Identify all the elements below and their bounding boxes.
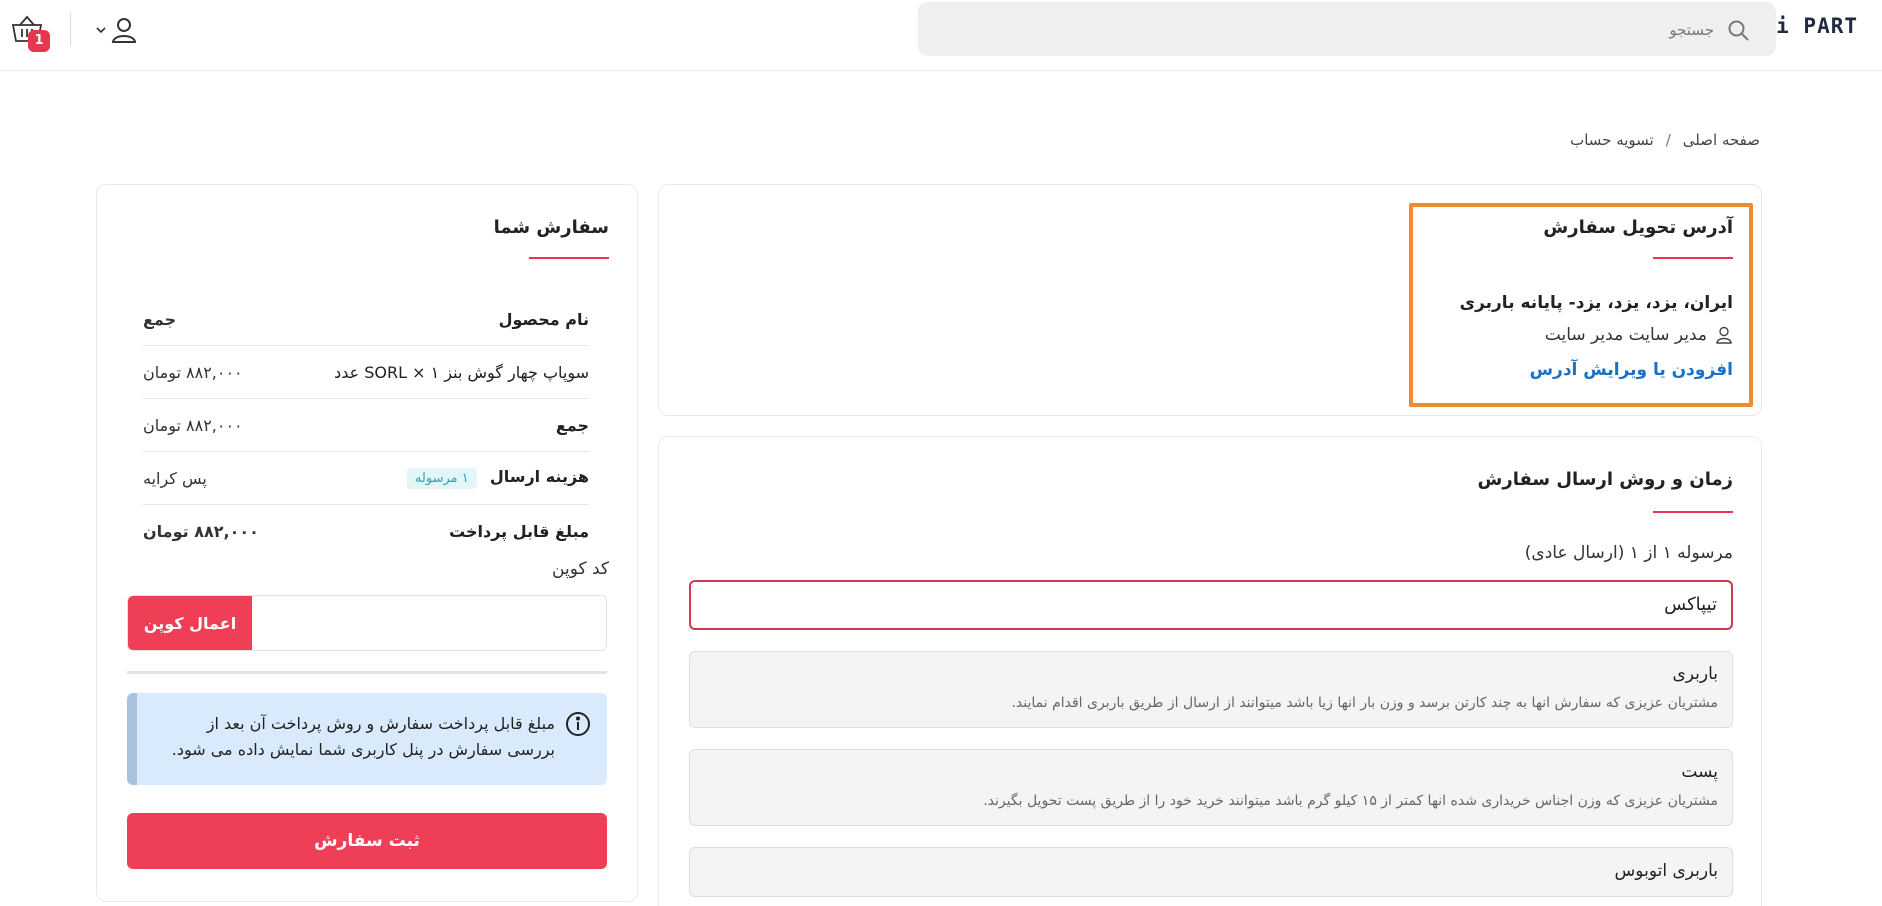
order-title: سفارش شما (493, 217, 609, 238)
address-line: ایران، یزد، یزد، یزد- پایانه باربری (1459, 293, 1733, 313)
carrier-option-title: باربری اتوبوس (1614, 861, 1718, 881)
search-input[interactable] (1014, 16, 1714, 44)
order-summary-card: سفارش شما نام محصول جمع سوپاپ چهار گوش ب… (96, 184, 638, 902)
table-row: سوپاپ چهار گوش بنز SORL × ۱ عدد ۸۸۲,۰۰۰ … (143, 346, 589, 399)
chevron-down-icon (96, 27, 106, 34)
carrier-option-barbari[interactable]: باربری مشتریان عزیزی که سفارش انها به چن… (689, 651, 1733, 728)
shipment-label: مرسوله ۱ از ۱ (ارسال عادی) (1524, 543, 1733, 563)
coupon-input[interactable] (252, 596, 606, 650)
carrier-option-title: باربری (1672, 664, 1718, 684)
coupon-group: اعمال کوپن (127, 595, 607, 651)
table-header-row: نام محصول جمع (143, 293, 589, 346)
user-menu[interactable] (94, 14, 140, 46)
shipping-cost-row: هزینه ارسال ۱ مرسوله پس کرایه (143, 452, 589, 505)
carrier-option-title: تیپاکس (1664, 594, 1717, 615)
apply-coupon-button[interactable]: اعمال کوپن (128, 596, 252, 650)
product-price: ۸۸۲,۰۰۰ تومان (143, 362, 243, 382)
carrier-option-title: پست (1681, 762, 1718, 782)
shipping-cost-value: پس کرایه (143, 468, 207, 488)
carrier-option-tipax[interactable]: تیپاکس (689, 580, 1733, 630)
subtotal-value: ۸۸۲,۰۰۰ تومان (143, 415, 243, 435)
breadcrumb-current: تسویه حساب (1570, 131, 1654, 149)
header-divider (70, 12, 71, 46)
user-icon (1716, 326, 1732, 344)
coupon-label: کد کوپن (552, 559, 609, 579)
user-icon (111, 18, 137, 43)
carrier-option-post[interactable]: پست مشتریان عزیزی که وزن اجناس خریداری ش… (689, 749, 1733, 826)
edit-address-link[interactable]: افزودن یا ویرایش آدرس (1530, 360, 1733, 380)
title-underline (1653, 257, 1733, 259)
address-card: آدرس تحویل سفارش ایران، یزد، یزد، یزد- پ… (658, 184, 1762, 416)
search-icon[interactable] (1726, 18, 1750, 42)
search-bar[interactable] (918, 2, 1776, 56)
product-column-header: نام محصول (498, 309, 589, 329)
site-logo[interactable]: i PART (1776, 14, 1858, 38)
product-name: سوپاپ چهار گوش بنز SORL × ۱ عدد (334, 362, 589, 382)
cart-button[interactable]: 1 (10, 14, 50, 54)
cart-count-badge: 1 (28, 30, 50, 52)
order-table: نام محصول جمع سوپاپ چهار گوش بنز SORL × … (143, 293, 589, 558)
shipment-count-badge: ۱ مرسوله (406, 468, 477, 489)
total-column-header: جمع (143, 309, 177, 329)
payable-row: مبلغ قابل پرداخت ۸۸۲,۰۰۰ تومان (143, 505, 589, 558)
address-title: آدرس تحویل سفارش (1543, 217, 1733, 238)
carrier-option-bus[interactable]: باربری اتوبوس (689, 847, 1733, 897)
carrier-option-desc: مشتریان عزیزی که وزن اجناس خریداری شده ا… (983, 793, 1718, 809)
payable-label: مبلغ قابل پرداخت (449, 522, 589, 541)
subtotal-label: جمع (555, 415, 589, 435)
shipping-cost-label: هزینه ارسال (489, 467, 589, 486)
carrier-option-desc: مشتریان عزیزی که سفارش انها به چند کارتن… (1011, 695, 1718, 711)
top-header: i PART 1 (0, 0, 1882, 71)
title-underline (1653, 511, 1733, 513)
subtotal-row: جمع ۸۸۲,۰۰۰ تومان (143, 399, 589, 452)
info-icon (566, 712, 590, 736)
breadcrumb-separator: / (1665, 131, 1671, 149)
payable-value: ۸۸۲,۰۰۰ تومان (143, 522, 259, 541)
payment-info-box: مبلغ قابل پرداخت سفارش و روش پرداخت آن ب… (127, 693, 607, 785)
breadcrumb: صفحه اصلی / تسویه حساب (1570, 131, 1760, 149)
recipient-name: مدیر سایت مدیر سایت (1544, 325, 1707, 345)
shipping-title: زمان و روش ارسال سفارش (1477, 469, 1734, 490)
recipient: مدیر سایت مدیر سایت (1545, 325, 1733, 345)
payment-info-text: مبلغ قابل پرداخت سفارش و روش پرداخت آن ب… (171, 714, 555, 759)
shipping-card: زمان و روش ارسال سفارش مرسوله ۱ از ۱ (ار… (658, 436, 1762, 906)
breadcrumb-home[interactable]: صفحه اصلی (1683, 131, 1760, 149)
divider (127, 671, 607, 674)
submit-order-button[interactable]: ثبت سفارش (127, 813, 607, 869)
title-underline (529, 257, 609, 259)
shipping-cost-label-group: هزینه ارسال ۱ مرسوله (406, 467, 589, 489)
